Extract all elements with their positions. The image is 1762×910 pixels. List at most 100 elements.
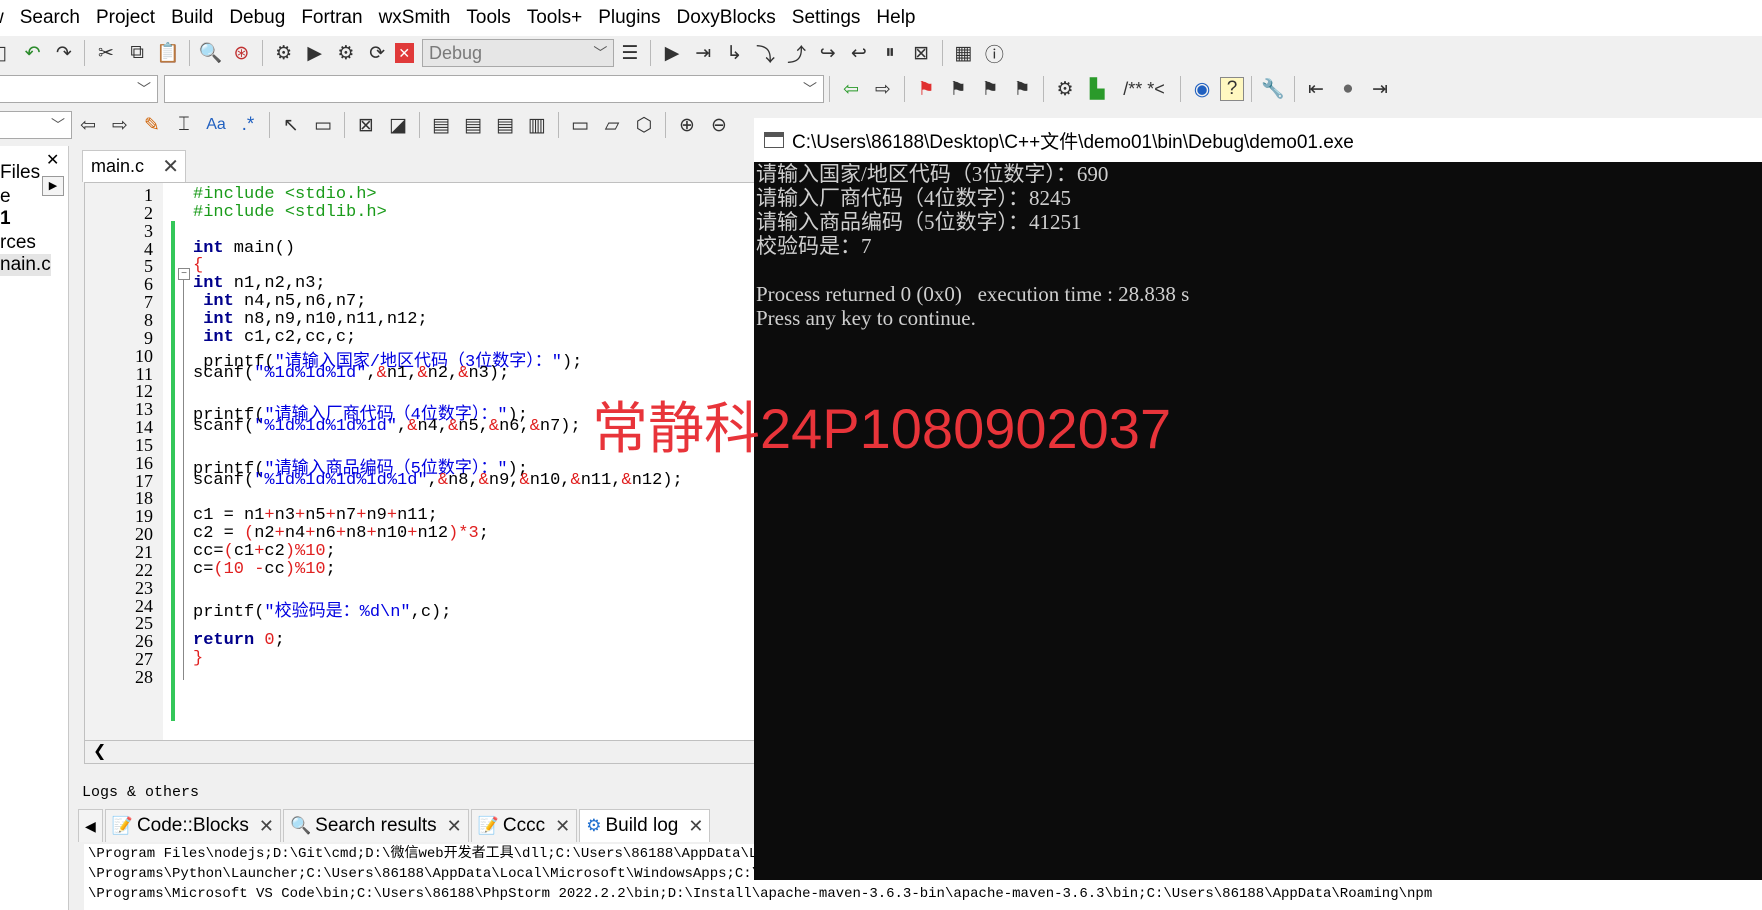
bookmark-flag-icon[interactable]: ⚑ [912,75,940,103]
scroll-left-icon[interactable]: ❮ [93,741,106,761]
menu-item-tools-[interactable]: Tools+ [519,7,590,29]
shape-3-icon[interactable]: ⬡ [630,111,658,139]
tree-item-e[interactable]: e [0,186,11,208]
run-to-cursor-icon[interactable]: ⇥ [690,39,717,67]
menu-item-help[interactable]: Help [868,7,923,29]
logs-tab-search-results[interactable]: 🔍 Search results ✕ [283,809,469,842]
arrow-left-icon[interactable]: ⇦ [837,75,865,103]
console-window[interactable]: C:\Users\86188\Desktop\C++文件\demo01\bin\… [754,118,1762,880]
copy-icon[interactable]: ⧉ [124,39,151,67]
info-icon[interactable]: ⓘ [981,39,1008,67]
build-run-icon[interactable]: ⚙ [332,39,359,67]
pointer-icon[interactable]: ↖ [277,111,305,139]
menu-item-doxyblocks[interactable]: DoxyBlocks [669,7,784,29]
code-line: { [193,256,203,275]
decision-icon[interactable]: ⊠ [352,111,380,139]
find-icon[interactable]: 🔍 [197,39,224,67]
block-1-icon[interactable]: ▤ [427,111,455,139]
shape-2-icon[interactable]: ▱ [598,111,626,139]
scope-select[interactable]: ﹀ [0,75,158,103]
block-4-icon[interactable]: ▥ [523,111,551,139]
rebuild-icon[interactable]: ⟳ [363,39,390,67]
close-icon[interactable]: ✕ [447,816,462,837]
paste-icon[interactable]: 📋 [155,39,182,67]
build-gear-icon[interactable]: ⚙ [270,39,297,67]
jump-forward-icon[interactable]: ⇥ [1366,75,1394,103]
zoom-out-icon[interactable]: ⊖ [705,111,733,139]
menu-item-project[interactable]: Project [88,7,163,29]
stop-debug-icon[interactable]: ⊠ [908,39,935,67]
undo-icon[interactable]: ↶ [19,39,46,67]
block-3-icon[interactable]: ▤ [491,111,519,139]
doxy-comment-button[interactable]: /** *< [1115,75,1173,103]
open-icon[interactable]: ▯ [0,39,15,67]
match-case-icon[interactable]: Aa [202,111,230,139]
shape-1-icon[interactable]: ▭ [566,111,594,139]
search-next-icon[interactable]: ⇨ [106,111,134,139]
tree-item-sources[interactable]: rces [0,232,36,254]
tab-close-icon[interactable]: ✕ [162,154,179,179]
arrow-right-icon[interactable]: ⇨ [869,75,897,103]
menu-item-tools[interactable]: Tools [458,7,518,29]
code-token: } [193,649,204,669]
replace-icon[interactable]: ⊛ [228,39,255,67]
debug-windows-icon[interactable]: ▦ [950,39,977,67]
tree-item-main-c[interactable]: nain.c [0,254,51,276]
next-line-icon[interactable]: ↳ [721,39,748,67]
step-into-icon[interactable]: ⤵ [752,39,779,67]
help-icon[interactable]: ? [1220,77,1244,101]
step-out-icon[interactable]: ⤴ [783,39,810,67]
panel-tabs-arrow-icon[interactable]: ▶ [42,176,64,196]
record-icon[interactable]: ● [1334,75,1362,103]
build-options-icon[interactable]: ☰ [616,39,643,67]
logs-tab-code-blocks[interactable]: 📝 Code::Blocks ✕ [104,809,281,842]
build-target-select[interactable]: Debug ﹀ [421,39,615,67]
close-icon[interactable]: ✕ [555,816,570,837]
close-icon[interactable]: ✕ [259,816,274,837]
globe-icon[interactable]: ◉ [1188,75,1216,103]
doxy-config-icon[interactable]: ⚙ [1051,75,1079,103]
menu-item-plugins[interactable]: Plugins [590,7,668,29]
debug-run-icon[interactable]: ▶ [658,39,685,67]
block-2-icon[interactable]: ▤ [459,111,487,139]
menu-item-w[interactable]: w [0,7,12,29]
menu-item-fortran[interactable]: Fortran [293,7,370,29]
prev-bookmark-icon[interactable]: ⚑ [944,75,972,103]
search-combo[interactable]: ﹀ [0,111,72,139]
menu-item-wxsmith[interactable]: wxSmith [371,7,459,29]
regex-icon[interactable]: .* [234,111,262,139]
logs-tab-build-log[interactable]: ⚙ Build log ✕ [579,809,711,842]
diagonal-icon[interactable]: ◪ [384,111,412,139]
search-prev-icon[interactable]: ⇦ [74,111,102,139]
cut-icon[interactable]: ✂ [92,39,119,67]
tab-main-c[interactable]: main.c ✕ [82,150,186,182]
doxy-run-icon[interactable]: ▙ [1083,75,1111,103]
rect-icon[interactable]: ▭ [309,111,337,139]
menu-item-debug[interactable]: Debug [221,7,293,29]
jump-back-icon[interactable]: ⇤ [1302,75,1330,103]
close-icon[interactable]: ✕ [688,816,703,837]
tree-item-1[interactable]: 1 [0,208,11,230]
menu-item-settings[interactable]: Settings [784,7,869,29]
abort-icon[interactable]: ✕ [394,43,414,63]
wrench-icon[interactable]: 🔧 [1259,75,1287,103]
highlight-icon[interactable]: ✎ [138,111,166,139]
tree-item-files[interactable]: Files [0,162,40,184]
menu-item-search[interactable]: Search [12,7,88,29]
logs-tab-scroll-left[interactable]: ◀ [78,809,103,842]
next-bookmark-icon[interactable]: ⚑ [976,75,1004,103]
clear-bookmarks-icon[interactable]: ⚑ [1008,75,1036,103]
fold-toggle-icon[interactable]: − [178,268,190,280]
pause-icon[interactable]: ⏸ [876,39,903,67]
selected-text-icon[interactable]: ⌶ [170,111,198,139]
panel-close-icon[interactable]: ✕ [46,150,59,170]
horizontal-scrollbar[interactable]: ❮ [84,740,756,764]
logs-tab-cccc[interactable]: 📝 Cccc ✕ [470,809,578,842]
run-icon[interactable]: ▶ [301,39,328,67]
step-instruction-icon[interactable]: ↩ [845,39,872,67]
zoom-in-icon[interactable]: ⊕ [673,111,701,139]
function-select[interactable]: ﹀ [164,75,824,103]
next-instruction-icon[interactable]: ↪ [814,39,841,67]
redo-icon[interactable]: ↷ [50,39,77,67]
menu-item-build[interactable]: Build [163,7,221,29]
